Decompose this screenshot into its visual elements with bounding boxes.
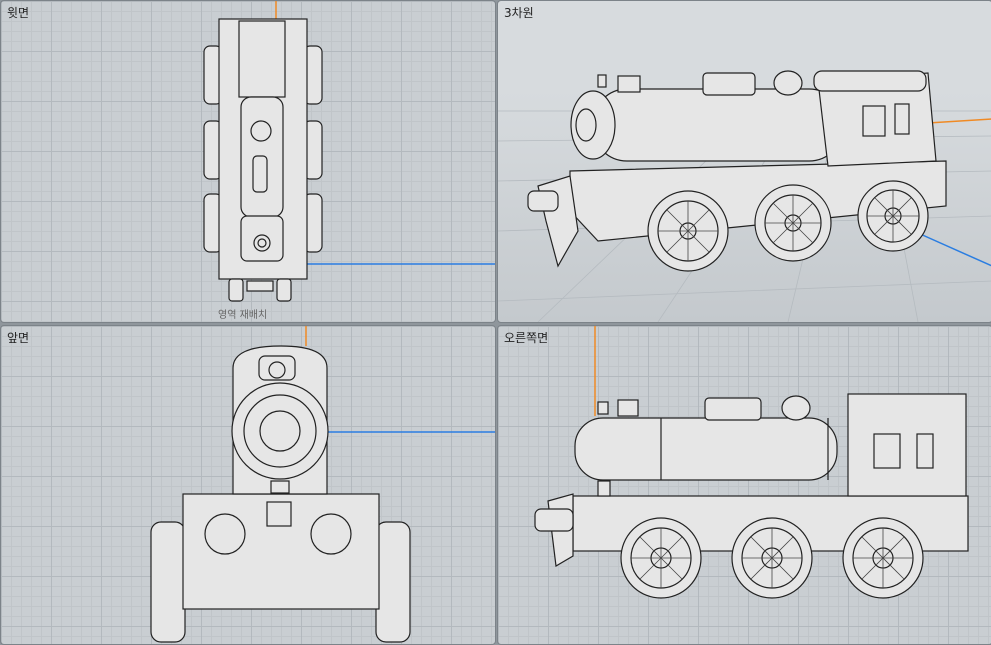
viewport-perspective[interactable]: 3차원 xyxy=(497,0,991,323)
viewport-right[interactable]: 오른쪽면 xyxy=(497,325,991,645)
viewport-perspective-title[interactable]: 3차원 xyxy=(504,4,534,21)
right-view-model xyxy=(534,326,969,599)
viewport-front-title[interactable]: 앞면 xyxy=(7,329,29,346)
front-view-model xyxy=(150,326,495,643)
viewport-right-title[interactable]: 오른쪽면 xyxy=(504,329,548,346)
perspective-view-model xyxy=(498,70,991,322)
viewport-top-title[interactable]: 윗면 xyxy=(7,4,29,21)
top-view-model xyxy=(203,1,495,302)
viewport-top[interactable]: 윗면 영역 재배치 xyxy=(0,0,496,323)
rearrange-hint[interactable]: 영역 재배치 xyxy=(218,306,267,321)
viewport-front[interactable]: 앞면 xyxy=(0,325,496,645)
